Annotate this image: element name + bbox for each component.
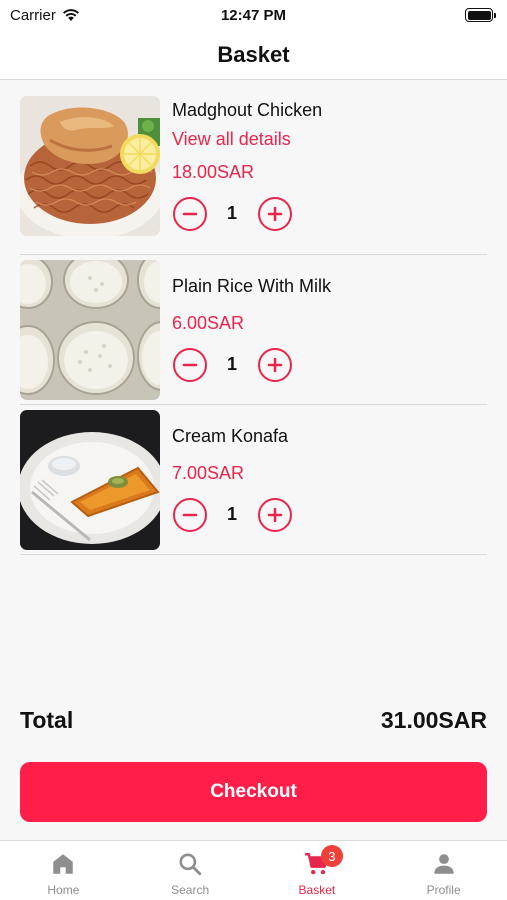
page-title: Basket: [217, 41, 290, 67]
view-details-link[interactable]: View all details: [172, 129, 291, 150]
decrease-quantity-button[interactable]: [173, 197, 207, 231]
tab-basket[interactable]: 3 Basket: [254, 841, 381, 900]
tab-label: Basket: [298, 883, 336, 897]
total-label: Total: [20, 706, 74, 733]
total-value: 31.00SAR: [380, 706, 487, 733]
plus-icon: [267, 357, 283, 373]
person-icon: [433, 854, 454, 874]
increase-quantity-button[interactable]: [258, 498, 292, 532]
battery-icon: [465, 8, 496, 22]
increase-quantity-button[interactable]: [258, 348, 292, 382]
rice-milk-photo: [20, 260, 160, 400]
quantity-value: 1: [226, 354, 237, 374]
basket-item: Cream Konafa 7.00SAR 1: [20, 405, 487, 555]
wifi-icon: [62, 9, 79, 21]
basket-item-list: Madghout Chicken View all details 18.00S…: [20, 95, 487, 555]
item-name: Madghout Chicken: [172, 100, 323, 120]
search-icon: [179, 853, 202, 876]
decrease-quantity-button[interactable]: [173, 498, 207, 532]
item-name: Plain Rice With Milk: [172, 276, 332, 296]
basket-count-badge: 3: [320, 845, 343, 867]
item-price: 7.00SAR: [172, 463, 245, 483]
item-image: [20, 96, 160, 236]
tab-search[interactable]: Search: [127, 841, 254, 900]
status-left: Carrier: [10, 7, 80, 24]
konafa-photo: [20, 410, 160, 550]
basket-item: Plain Rice With Milk 6.00SAR 1: [20, 255, 487, 405]
tab-label: Profile: [426, 883, 461, 897]
tab-profile[interactable]: Profile: [380, 841, 507, 900]
quantity-stepper: 1: [172, 348, 296, 384]
item-price: 6.00SAR: [172, 313, 245, 333]
tab-bar: Home Search 3 Basket Profile: [0, 840, 507, 900]
carrier-label: Carrier: [10, 6, 56, 24]
home-icon: [53, 854, 74, 874]
status-bar: Carrier 12:47 PM: [0, 0, 507, 30]
minus-icon: [182, 363, 198, 367]
item-image: [20, 260, 160, 400]
quantity-value: 1: [226, 203, 237, 223]
nav-header: Basket: [0, 30, 507, 80]
increase-quantity-button[interactable]: [258, 197, 292, 231]
tab-label: Home: [47, 883, 80, 897]
checkout-button[interactable]: Checkout: [20, 762, 487, 822]
total-row: Total 31.00SAR: [20, 704, 487, 736]
plus-icon: [267, 206, 283, 222]
tab-label: Search: [171, 883, 210, 897]
quantity-stepper: 1: [172, 197, 296, 233]
item-price: 18.00SAR: [172, 162, 255, 182]
minus-icon: [182, 513, 198, 517]
item-name: Cream Konafa: [172, 426, 289, 446]
basket-item: Madghout Chicken View all details 18.00S…: [20, 95, 487, 255]
checkout-label: Checkout: [210, 781, 297, 802]
quantity-value: 1: [226, 504, 237, 524]
decrease-quantity-button[interactable]: [173, 348, 207, 382]
chicken-rice-photo: [20, 96, 160, 236]
tab-home[interactable]: Home: [0, 841, 127, 900]
minus-icon: [182, 212, 198, 216]
plus-icon: [267, 507, 283, 523]
item-image: [20, 410, 160, 550]
quantity-stepper: 1: [172, 498, 296, 534]
